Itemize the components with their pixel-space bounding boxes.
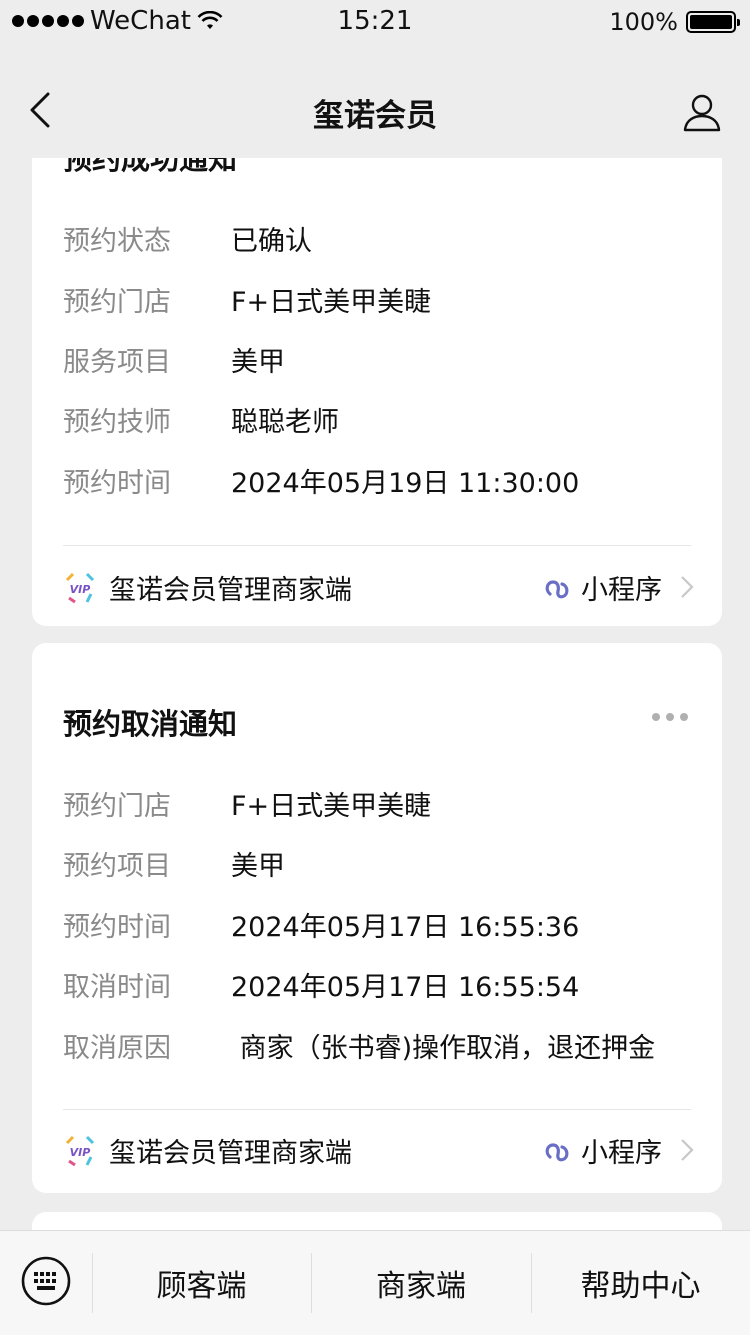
svg-text:VIP: VIP bbox=[70, 583, 91, 596]
menu-customer[interactable]: 顾客端 bbox=[92, 1261, 311, 1305]
vip-logo-icon: VIP bbox=[65, 572, 95, 604]
row-value: 2024年05月19日 11:30:00 bbox=[231, 467, 580, 499]
mini-program-icon bbox=[545, 1143, 569, 1162]
info-row: 预约时间 2024年05月19日 11:30:00 bbox=[63, 460, 579, 500]
row-label: 预约时间 bbox=[63, 467, 171, 499]
row-label: 预约技师 bbox=[63, 406, 171, 438]
row-value: 2024年05月17日 16:55:36 bbox=[231, 911, 580, 943]
message-list[interactable]: 预约成功通知 预约状态 已确认 预约门店 F+日式美甲美睫 服务项目 美甲 预约… bbox=[0, 158, 750, 1230]
row-value: 美甲 bbox=[231, 346, 285, 378]
battery-percent: 100% bbox=[609, 8, 678, 36]
mini-program-icon bbox=[545, 580, 569, 599]
chevron-right-icon bbox=[681, 576, 694, 598]
mini-program-link[interactable]: VIP 玺诺会员管理商家端 小程序 bbox=[63, 562, 694, 612]
battery-area: 100% bbox=[609, 8, 740, 36]
row-label: 取消原因 bbox=[63, 1032, 171, 1064]
info-row: 预约门店 F+日式美甲美睫 bbox=[63, 279, 431, 319]
user-profile-icon[interactable] bbox=[682, 92, 722, 132]
menu-merchant[interactable]: 商家端 bbox=[311, 1261, 531, 1305]
booking-success-card[interactable]: 预约成功通知 预约状态 已确认 预约门店 F+日式美甲美睫 服务项目 美甲 预约… bbox=[32, 158, 722, 626]
mini-program-link[interactable]: VIP 玺诺会员管理商家端 小程序 bbox=[63, 1125, 694, 1175]
svg-text:VIP: VIP bbox=[70, 1146, 91, 1159]
row-value: 2024年05月17日 16:55:54 bbox=[231, 971, 580, 1003]
info-row: 预约项目 美甲 bbox=[63, 843, 285, 883]
info-row: 预约技师 聪聪老师 bbox=[63, 399, 339, 439]
status-bar: WeChat 15:21 100% bbox=[0, 0, 750, 44]
card-title: 预约成功通知 bbox=[63, 158, 238, 176]
bottom-menu: 顾客端 商家端 帮助中心 bbox=[0, 1230, 750, 1335]
mini-program-tag: 小程序 bbox=[543, 1131, 694, 1170]
row-label: 预约门店 bbox=[63, 286, 171, 318]
mini-program-label: 小程序 bbox=[581, 1137, 662, 1169]
next-message-card[interactable] bbox=[32, 1212, 722, 1230]
chevron-right-icon bbox=[681, 1139, 694, 1161]
row-value: F+日式美甲美睫 bbox=[231, 790, 432, 822]
app-name: 玺诺会员管理商家端 bbox=[109, 574, 352, 606]
row-label: 取消时间 bbox=[63, 971, 171, 1003]
info-row: 取消时间 2024年05月17日 16:55:54 bbox=[63, 964, 579, 1004]
row-value: 商家（张书睿)操作取消，退还押金 bbox=[231, 1032, 656, 1064]
card-title: 预约取消通知 bbox=[63, 707, 238, 741]
row-label: 预约状态 bbox=[63, 225, 171, 257]
row-value: F+日式美甲美睫 bbox=[231, 286, 432, 318]
mini-program-tag: 小程序 bbox=[543, 568, 694, 607]
booking-cancel-card[interactable]: 预约取消通知 预约门店 F+日式美甲美睫 预约项目 美甲 预约时间 2024年0… bbox=[32, 643, 722, 1193]
battery-icon bbox=[686, 11, 740, 33]
keyboard-toggle-icon[interactable] bbox=[20, 1255, 72, 1307]
divider bbox=[63, 545, 691, 546]
row-value: 美甲 bbox=[231, 850, 285, 882]
vip-logo-icon: VIP bbox=[65, 1135, 95, 1167]
info-row: 预约时间 2024年05月17日 16:55:36 bbox=[63, 904, 579, 944]
row-value: 已确认 bbox=[231, 225, 312, 257]
divider bbox=[63, 1109, 691, 1110]
row-label: 预约门店 bbox=[63, 790, 171, 822]
menu-help-center[interactable]: 帮助中心 bbox=[531, 1261, 750, 1305]
info-row: 服务项目 美甲 bbox=[63, 339, 285, 379]
info-row: 预约状态 已确认 bbox=[63, 218, 312, 258]
mini-program-label: 小程序 bbox=[581, 574, 662, 606]
more-options-icon[interactable] bbox=[652, 713, 688, 721]
page-title: 玺诺会员 bbox=[313, 98, 437, 134]
row-value: 聪聪老师 bbox=[231, 406, 339, 438]
row-label: 服务项目 bbox=[63, 346, 171, 378]
row-label: 预约时间 bbox=[63, 911, 171, 943]
info-row: 预约门店 F+日式美甲美睫 bbox=[63, 783, 431, 823]
info-row: 取消原因 商家（张书睿)操作取消，退还押金 bbox=[63, 1025, 655, 1065]
row-label: 预约项目 bbox=[63, 850, 171, 882]
app-name: 玺诺会员管理商家端 bbox=[109, 1137, 352, 1169]
nav-bar: 玺诺会员 bbox=[0, 60, 750, 160]
